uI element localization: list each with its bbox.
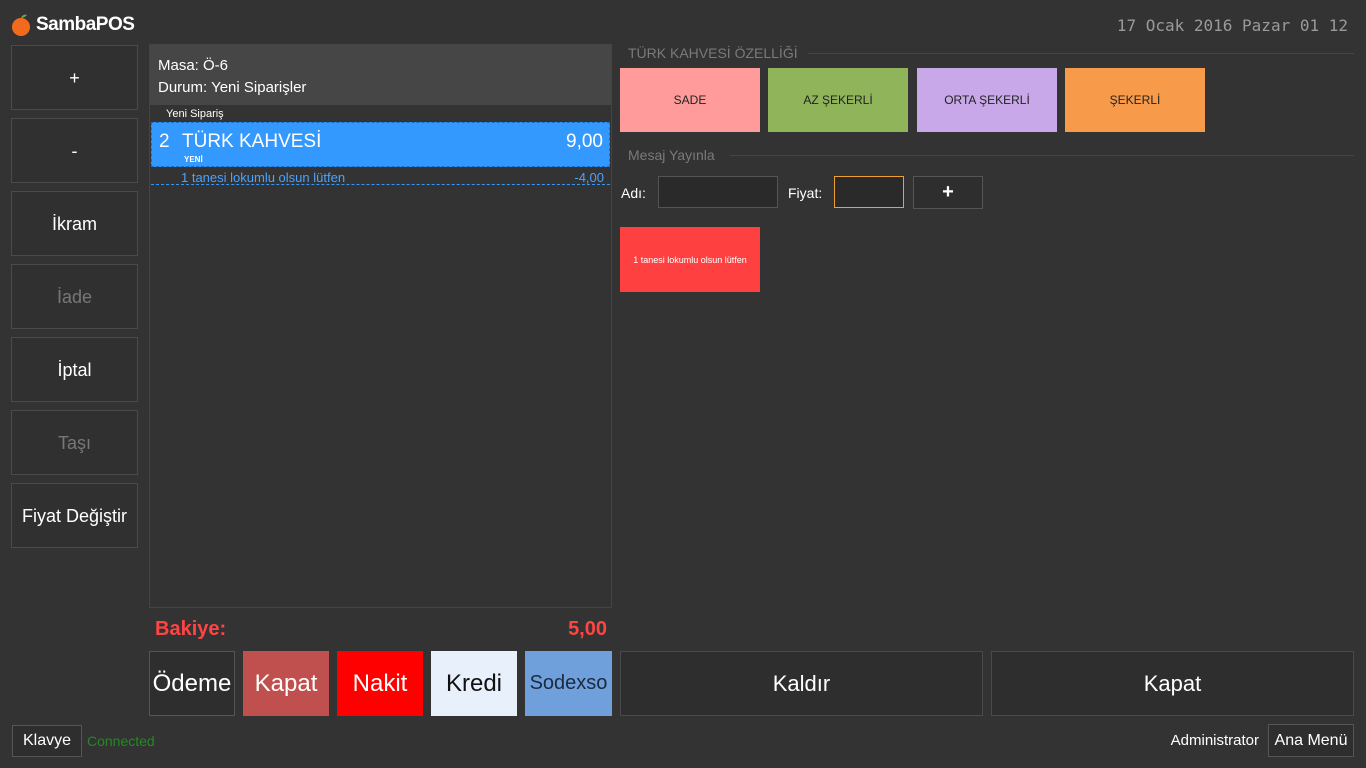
section-divider [730,155,1354,156]
tag-az-sekerli-button[interactable]: AZ ŞEKERLİ [768,68,908,132]
main-menu-button[interactable]: Ana Menü [1268,724,1354,757]
change-price-button[interactable]: Fiyat Değiştir [11,483,138,548]
close-ticket-quick-button[interactable]: Kapat [243,651,329,716]
return-button[interactable]: İade [11,264,138,329]
keyboard-button[interactable]: Klavye [12,725,82,757]
order-group-label: Yeni Sipariş [166,108,224,120]
move-button[interactable]: Taşı [11,410,138,475]
ticket-header: Masa: Ö-6 Durum: Yeni Siparişler [150,45,611,105]
order-state-badge: YENİ [184,155,203,164]
price-input[interactable] [834,176,904,208]
app-logo: SambaPOS [10,12,135,38]
order-note-price: -4,00 [574,170,604,185]
add-message-button[interactable]: + [913,176,983,209]
order-line[interactable]: 2 TÜRK KAHVESİ YENİ 9,00 [151,122,610,167]
credit-button[interactable]: Kredi [431,651,517,716]
ticket-panel: Masa: Ö-6 Durum: Yeni Siparişler Yeni Si… [149,44,612,608]
table-label: Masa: Ö-6 [158,57,229,74]
order-name: TÜRK KAHVESİ [182,131,322,152]
order-note-line[interactable]: 1 tanesi lokumlu olsun lütfen -4,00 [151,168,610,185]
price-label: Fiyat: [788,185,823,201]
user-name: Administrator [1170,732,1259,749]
connection-status: Connected [87,733,155,749]
name-label: Adı: [621,185,646,201]
balance-label: Bakiye: [155,618,227,640]
cancel-order-button[interactable]: İptal [11,337,138,402]
order-quantity: 2 [159,131,170,152]
datetime-display: 17 Ocak 2016 Pazar 01 12 [1116,16,1348,35]
tag-orta-sekerli-button[interactable]: ORTA ŞEKERLİ [917,68,1057,132]
sodexso-button[interactable]: Sodexso [525,651,612,716]
gift-button[interactable]: İkram [11,191,138,256]
tag-sade-button[interactable]: SADE [620,68,760,132]
close-button[interactable]: Kapat [991,651,1354,716]
cash-button[interactable]: Nakit [337,651,423,716]
broadcast-section-title: Mesaj Yayınla [628,147,715,163]
order-note-text: 1 tanesi lokumlu olsun lütfen [181,170,346,185]
tag-sekerli-button[interactable]: ŞEKERLİ [1065,68,1205,132]
tag-section-title: TÜRK KAHVESİ ÖZELLİĞİ [628,45,798,61]
app-title: SambaPOS [36,14,135,35]
balance-value: 5,00 [568,618,607,640]
orange-fruit-icon [12,14,30,36]
ticket-status: Durum: Yeni Siparişler [158,79,307,96]
decrease-quantity-button[interactable]: - [11,118,138,183]
name-input[interactable] [658,176,778,208]
remove-button[interactable]: Kaldır [620,651,983,716]
section-divider [808,53,1354,54]
message-tile-button[interactable]: 1 tanesi lokumlu olsun lütfen [620,227,760,292]
payment-button[interactable]: Ödeme [149,651,235,716]
increase-quantity-button[interactable]: + [11,45,138,110]
order-price: 9,00 [566,131,603,152]
